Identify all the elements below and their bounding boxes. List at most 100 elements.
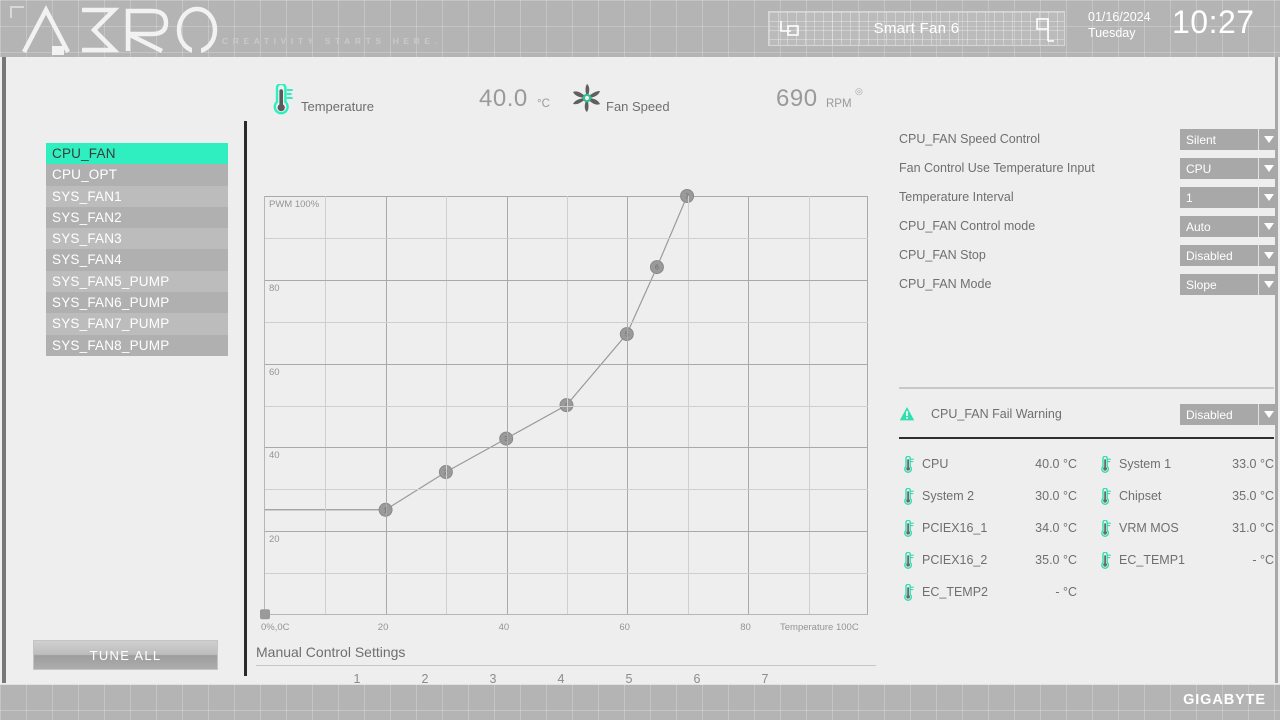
- tune-all-button[interactable]: TUNE ALL: [33, 640, 218, 670]
- chevron-down-icon: [1258, 187, 1278, 208]
- gridline-horizontal: [265, 237, 868, 239]
- fan-list-item-sys_fan7_pump[interactable]: SYS_FAN7_PUMP: [46, 313, 228, 335]
- x-axis-origin-label: 0%,0C: [261, 622, 290, 633]
- footer-bar: GIGABYTE: [0, 684, 1280, 720]
- chevron-down-icon: [1258, 245, 1278, 266]
- y-axis-tick-40: 40: [269, 450, 280, 462]
- sensor-vrm-mos: VRM MOS 31.0 °C: [1089, 515, 1274, 543]
- thermometer-icon: [1101, 552, 1111, 569]
- logo-tagline: CREATIVITY STARTS HERE.: [222, 36, 442, 46]
- setting-dropdown-0[interactable]: Silent: [1180, 129, 1278, 150]
- fan-fail-warning-dropdown[interactable]: Disabled: [1180, 404, 1278, 425]
- sensor-name: CPU: [922, 457, 949, 471]
- setting-row-4: CPU_FAN Stop Disabled: [890, 245, 1280, 267]
- curve-point-label: 6: [655, 265, 659, 272]
- chevron-down-icon: [1258, 216, 1278, 237]
- x-axis-tick-40: 40: [498, 622, 510, 633]
- gridline-horizontal: [265, 447, 868, 449]
- fan-list-item-sys_fan1[interactable]: SYS_FAN1: [46, 185, 228, 207]
- y-axis-tick-60: 60: [269, 366, 280, 378]
- thermometer-icon: [1101, 488, 1111, 505]
- gigabyte-brand-logo: GIGABYTE: [1183, 692, 1266, 708]
- sensor-system-2: System 2 30.0 °C: [892, 483, 1077, 511]
- sensor-value: - °C: [1252, 553, 1274, 567]
- fan-list-item-cpu_opt[interactable]: CPU_OPT: [46, 164, 228, 186]
- temperature-value: 40.0: [479, 85, 528, 112]
- chevron-down-icon: [1258, 404, 1278, 425]
- thermometer-icon: [1101, 456, 1111, 473]
- x-axis-title: Temperature 100C: [780, 622, 859, 633]
- footer-grid-pattern: [0, 684, 1280, 720]
- thermometer-icon: [904, 488, 914, 505]
- thermometer-icon: [904, 520, 914, 537]
- curve-origin-handle[interactable]: [260, 609, 270, 620]
- thermometer-icon: [273, 84, 293, 115]
- fan-list-item-sys_fan5_pump[interactable]: SYS_FAN5_PUMP: [46, 270, 228, 293]
- setting-row-5: CPU_FAN Mode Slope: [890, 274, 1280, 296]
- x-axis-tick-20: 20: [377, 622, 389, 633]
- fan-icon: [573, 84, 600, 112]
- setting-label-4: CPU_FAN Stop: [899, 248, 986, 262]
- setting-row-1: Fan Control Use Temperature Input CPU: [890, 158, 1280, 180]
- sensor-value: 35.0 °C: [1035, 553, 1077, 567]
- setting-value-2: 1: [1186, 190, 1193, 205]
- setting-dropdown-3[interactable]: Auto: [1180, 216, 1278, 237]
- settings-panel: CPU_FAN Speed Control Silent Fan Control U…: [890, 129, 1280, 719]
- fan-fail-warning-value: Disabled: [1186, 407, 1233, 422]
- fan-list-item-sys_fan4[interactable]: SYS_FAN4: [46, 249, 228, 271]
- manual-control-rule: [256, 665, 876, 666]
- warning-triangle-icon: [899, 407, 915, 421]
- setting-value-1: CPU: [1186, 161, 1212, 176]
- setting-value-3: Auto: [1186, 219, 1211, 234]
- fan-speed-superscript: ◎: [855, 86, 863, 96]
- sensor-name: System 1: [1119, 457, 1172, 471]
- gridline-horizontal: [265, 573, 868, 575]
- sensor-name: System 2: [922, 489, 975, 503]
- setting-dropdown-2[interactable]: 1: [1180, 187, 1278, 208]
- setting-row-2: Temperature Interval 1: [890, 187, 1280, 209]
- gridline-horizontal: [265, 489, 868, 491]
- chevron-down-icon: [1258, 158, 1278, 179]
- chevron-down-icon: [1258, 274, 1278, 295]
- y-axis-tick-20: 20: [269, 534, 280, 546]
- sensor-system-1: System 1 33.0 °C: [1089, 451, 1274, 479]
- fan-speed-unit: RPM: [826, 98, 852, 110]
- setting-dropdown-5[interactable]: Slope: [1180, 274, 1278, 295]
- fan-list-item-sys_fan3[interactable]: SYS_FAN3: [46, 228, 228, 250]
- sensor-chipset: Chipset 35.0 °C: [1089, 483, 1274, 511]
- fan-selector-list[interactable]: CPU_FAN CPU_OPT SYS_FAN1 SYS_FAN2 SYS_FAN3 SY…: [46, 143, 228, 356]
- gridline-horizontal: [265, 405, 868, 407]
- setting-value-4: Disabled: [1186, 248, 1233, 263]
- sensor-ec-temp1: EC_TEMP1 - °C: [1089, 547, 1274, 575]
- temperature-label: Temperature: [301, 99, 374, 114]
- fan-curve-chart: 1234567 PWM 100% 20 40 60 80 0%,0C 20 40 60 80 Te…: [254, 129, 879, 720]
- clock-text: 10:27: [1172, 4, 1255, 40]
- sensor-value: 31.0 °C: [1232, 521, 1274, 535]
- vertical-divider: [244, 121, 247, 676]
- fan-list-item-sys_fan8_pump[interactable]: SYS_FAN8_PUMP: [46, 334, 228, 356]
- sensor-name: VRM MOS: [1119, 521, 1179, 535]
- fan-list-item-sys_fan2[interactable]: SYS_FAN2: [46, 206, 228, 229]
- sensor-name: PCIEX16_2: [922, 553, 988, 567]
- setting-dropdown-1[interactable]: CPU: [1180, 158, 1278, 179]
- fan-speed-label: Fan Speed: [606, 99, 670, 114]
- fan-list-item-cpu_fan[interactable]: CPU_FAN: [46, 143, 228, 165]
- setting-label-2: Temperature Interval: [899, 190, 1014, 204]
- sensor-ec-temp2: EC_TEMP2 - °C: [892, 579, 1077, 607]
- sensor-value: 34.0 °C: [1035, 521, 1077, 535]
- sensor-name: PCIEX16_1: [922, 521, 988, 535]
- fan-list-item-sys_fan6_pump[interactable]: SYS_FAN6_PUMP: [46, 292, 228, 314]
- manual-control-title: Manual Control Settings: [256, 644, 406, 660]
- sensor-value: 35.0 °C: [1232, 489, 1274, 503]
- gridline-horizontal: [265, 531, 868, 533]
- sensor-name: EC_TEMP2: [922, 585, 988, 599]
- chart-plot-area[interactable]: 1234567: [260, 189, 868, 620]
- setting-dropdown-4[interactable]: Disabled: [1180, 245, 1278, 266]
- date-text: 01/16/2024: [1088, 10, 1151, 24]
- sensor-name: Chipset: [1119, 489, 1162, 503]
- bios-smart-fan-screen: CREATIVITY STARTS HERE. Smart Fan 6 01/1…: [0, 0, 1280, 720]
- y-axis-title: PWM 100%: [269, 199, 320, 210]
- page-title-box: Smart Fan 6: [768, 11, 1065, 46]
- fan-fail-warning-label: CPU_FAN Fail Warning: [931, 407, 1062, 421]
- fan-fail-warning-row: CPU_FAN Fail Warning Disabled: [890, 404, 1280, 426]
